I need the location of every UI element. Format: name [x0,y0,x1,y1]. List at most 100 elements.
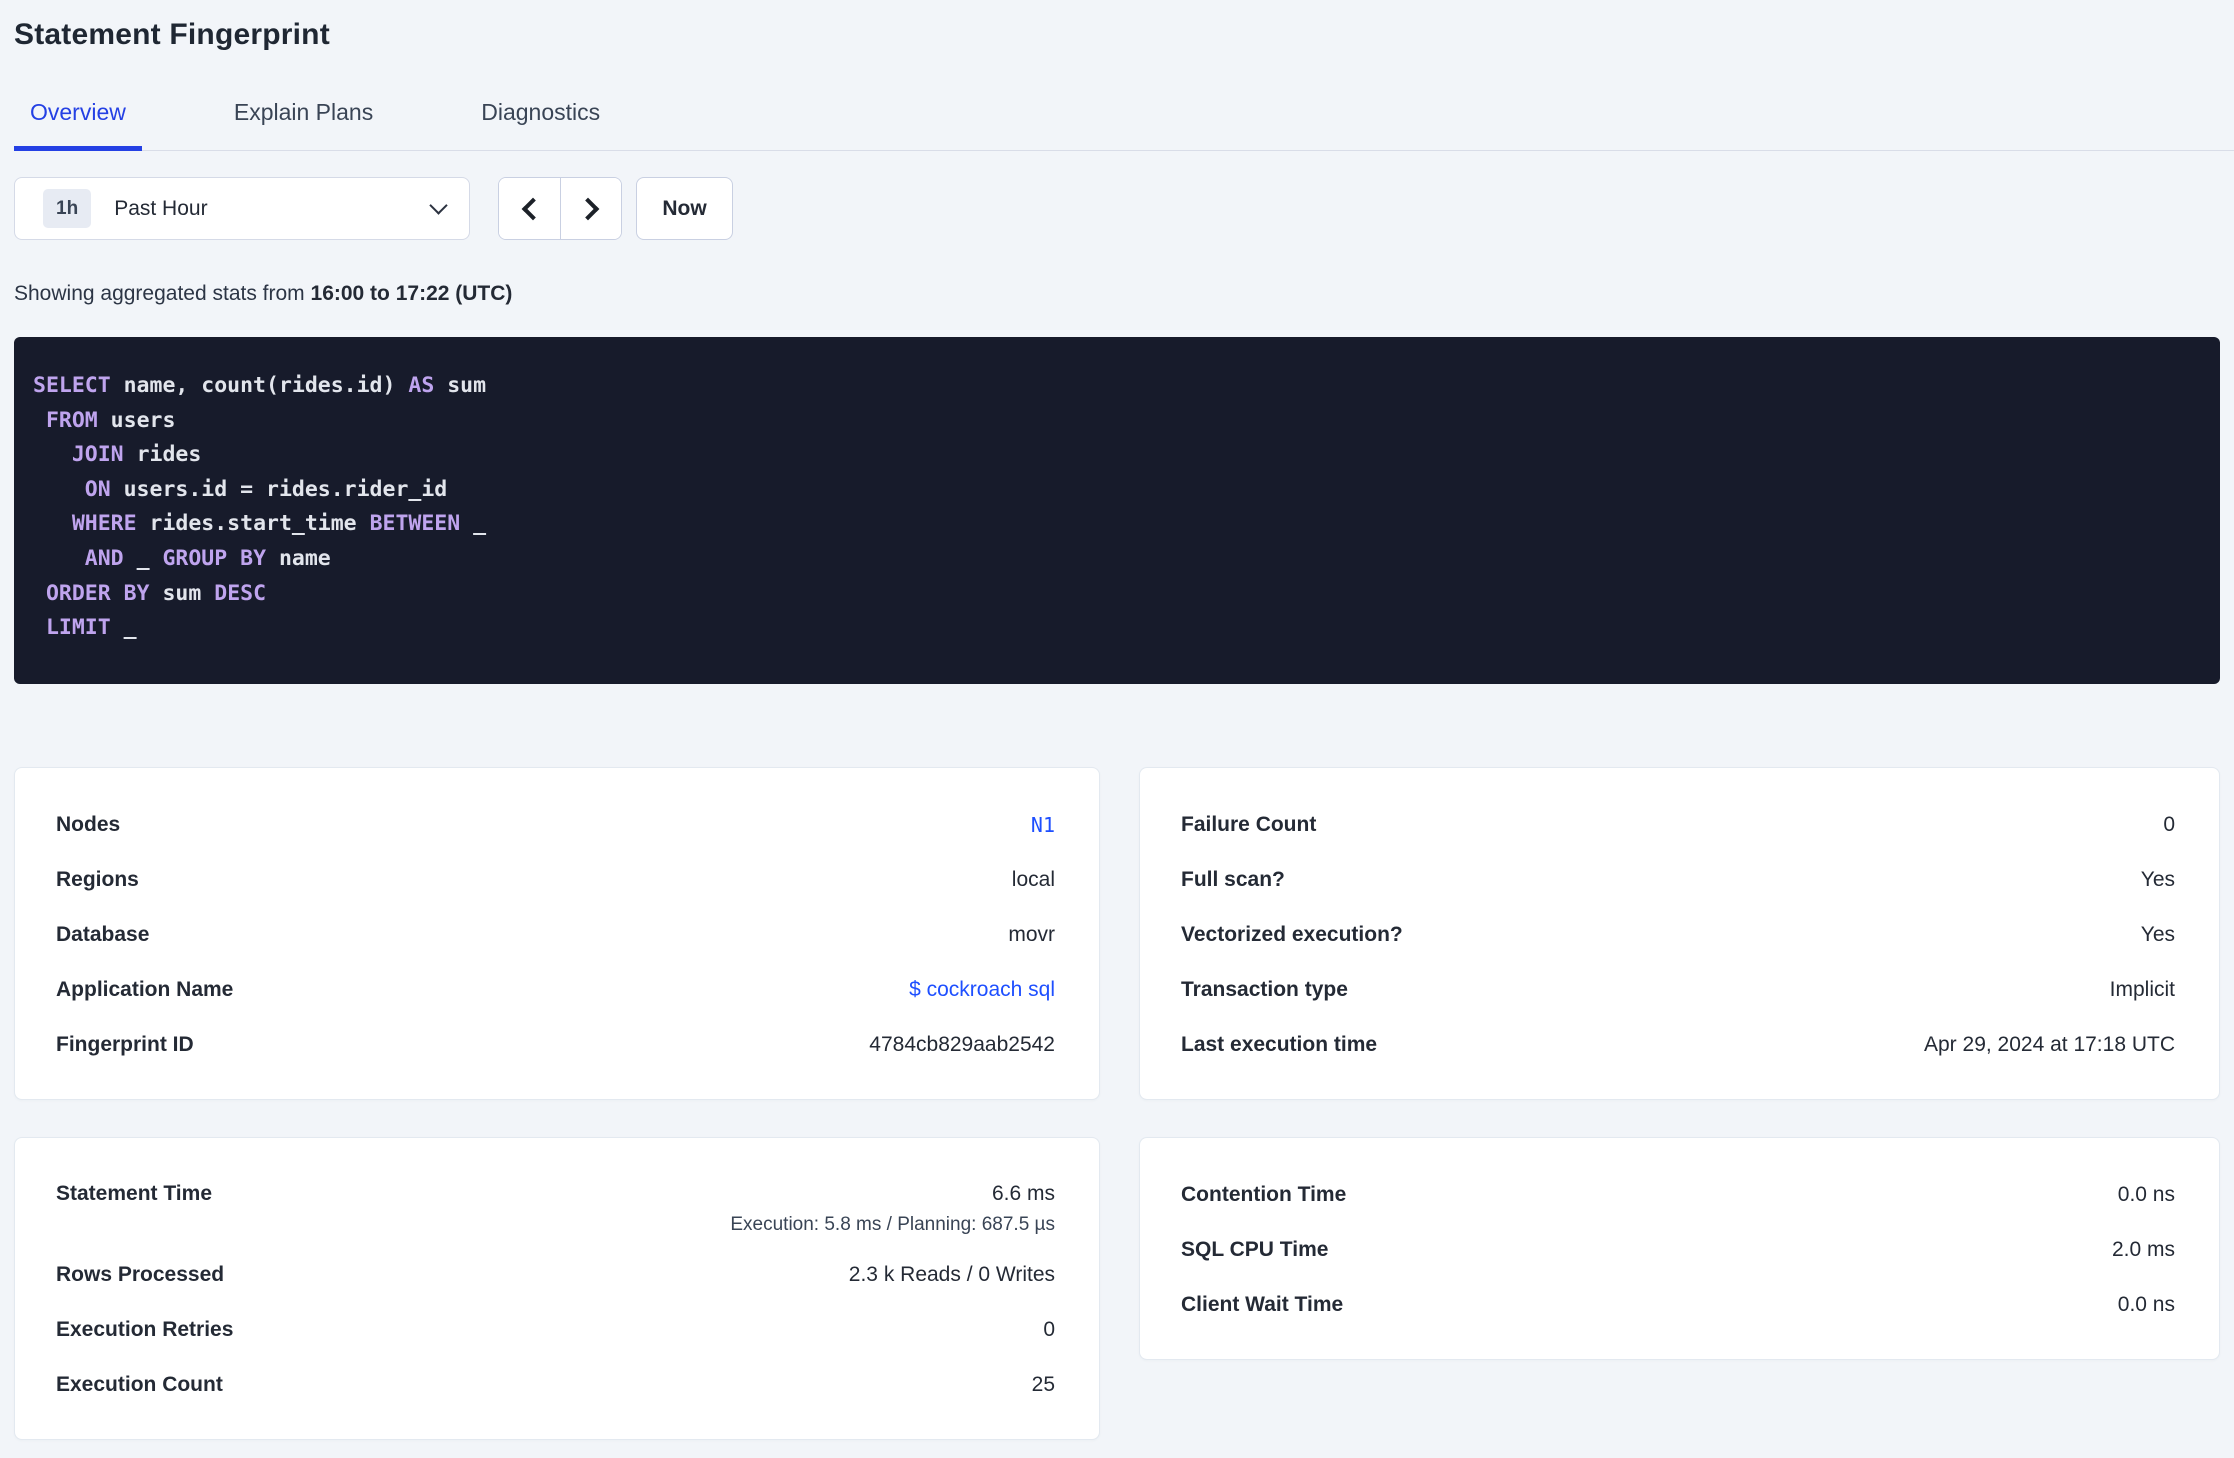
chevron-down-icon [429,195,448,215]
stat-label: Vectorized execution? [1181,923,1403,947]
stat-label: Failure Count [1181,813,1317,837]
sql-line: FROM users [33,404,2190,439]
chevron-right-icon [576,197,600,220]
stat-label: Last execution time [1181,1033,1378,1057]
stat-value: 4784cb829aab2542 [869,1033,1055,1057]
stat-row: Nodes N1 [56,798,1055,853]
stat-value-stack: local [1012,867,1055,893]
statement-stats-card: Statement Time 6.6 ms Execution: 5.8 ms / … [14,1136,1100,1440]
aggregation-caption: Showing aggregated stats from 16:00 to 1… [14,282,2220,306]
stat-row: Client Wait Time 0.0 ns [1181,1278,2175,1333]
stat-value-stack: 6.6 ms Execution: 5.8 ms / Planning: 687.… [730,1181,1055,1236]
stat-value-stack: 4784cb829aab2542 [869,1032,1055,1058]
stat-row: Failure Count 0 [1181,798,2175,853]
stat-value-stack: N1 [1031,812,1055,838]
sql-line: ON users.id = rides.rider_id [33,473,2190,508]
page-title: Statement Fingerprint [14,18,330,51]
stat-value-stack: Apr 29, 2024 at 17:18 UTC [1924,1032,2175,1058]
time-nav-buttons [498,177,622,240]
sql-text: users.id = rides.rider_id [110,476,448,502]
stat-value: 0 [2163,813,2175,837]
stat-value-stack: 25 [1032,1372,1055,1398]
tab-explain-plans[interactable]: Explain Plans [218,98,389,151]
tab-diagnostics[interactable]: Diagnostics [465,98,616,151]
stat-value: Yes [2140,868,2175,892]
sql-text: _ [123,545,163,571]
sql-keyword: ON [84,476,111,502]
stat-value-stack: 2.3 k Reads / 0 Writes [849,1262,1055,1288]
sql-keyword: LIMIT [45,615,111,641]
stat-label: Statement Time [56,1181,212,1205]
stat-value: movr [1008,923,1055,947]
stat-label: Execution Count [56,1373,223,1397]
execution-details-card: Failure Count 0 Full scan? Yes Vectorized ex… [1139,766,2220,1100]
next-interval-button[interactable] [560,178,621,239]
stat-row: Statement Time 6.6 ms Execution: 5.8 ms / … [56,1168,1055,1248]
time-range-select[interactable]: 1h Past Hour [14,177,470,240]
stat-row: Fingerprint ID 4784cb829aab2542 [56,1018,1055,1073]
sql-line: AND _ GROUP BY name [33,542,2190,577]
sql-keyword: FROM [45,407,98,433]
stat-row: Execution Count 25 [56,1358,1055,1413]
sql-keyword: GROUP BY [162,545,267,571]
stat-row: Rows Processed 2.3 k Reads / 0 Writes [56,1248,1055,1303]
sql-statement: SELECT name, count(rides.id) AS sum FROM… [14,337,2220,684]
sql-text: name [266,545,331,571]
stat-value-stack: 0 [2163,812,2175,838]
stat-row: Transaction type Implicit [1181,963,2175,1018]
sql-keyword: AS [408,373,435,398]
sql-line: LIMIT _ [33,611,2190,646]
stat-label: Rows Processed [56,1263,225,1287]
stat-label: SQL CPU Time [1181,1238,1329,1262]
sql-text: rides [123,442,202,468]
tab-overview[interactable]: Overview [14,98,142,151]
stat-label: Application Name [56,978,234,1002]
stat-value-link[interactable]: N1 [1031,812,1055,838]
stat-label: Database [56,923,150,947]
now-button[interactable]: Now [636,177,733,240]
aggregation-caption-prefix: Showing aggregated stats from [14,282,311,305]
interval-badge: 1h [43,189,92,228]
stat-value-stack: $ cockroach sql [909,977,1055,1003]
stat-row: Regions local [56,853,1055,908]
previous-interval-button[interactable] [499,178,560,239]
sql-keyword: WHERE [71,511,137,537]
stat-value-stack: movr [1008,922,1055,948]
stat-row: Last execution time Apr 29, 2024 at 17:18… [1181,1018,2175,1073]
sql-text: name, count(rides.id) [110,373,409,398]
sql-keyword: BETWEEN [369,511,461,537]
sql-text: _ [110,615,137,641]
stat-label: Regions [56,868,139,892]
stat-row: Application Name $ cockroach sql [56,963,1055,1018]
stat-value-stack: Implicit [2110,977,2175,1003]
stat-value: 6.6 ms [991,1181,1055,1205]
sql-line: ORDER BY sum DESC [33,577,2190,612]
stat-value: 25 [1031,1373,1055,1397]
sql-text: sum [434,373,487,398]
stats-cards-row: Statement Time 6.6 ms Execution: 5.8 ms / … [14,1136,2220,1440]
stat-label: Contention Time [1181,1183,1347,1207]
sql-text: users [97,407,176,433]
statement-details-card: Nodes N1 Regions local Database movr Applicati… [14,766,1100,1100]
stat-value-stack: Yes [2141,922,2175,948]
stat-value: Implicit [2109,978,2175,1002]
stat-value-stack: 0.0 ns [2118,1292,2175,1318]
sql-line: SELECT name, count(rides.id) AS sum [33,369,2190,404]
statement-fingerprint-page: Statement Fingerprint Overview Explain Pl… [0,0,2234,1440]
stat-value-stack: Yes [2141,867,2175,893]
sql-line: WHERE rides.start_time BETWEEN _ [33,507,2190,542]
sql-keyword: SELECT [33,373,111,398]
stat-value: 2.0 ms [2111,1238,2175,1262]
sql-keyword: DESC [214,580,267,606]
stat-value-link[interactable]: $ cockroach sql [909,977,1055,1003]
stat-row: Database movr [56,908,1055,963]
stat-label: Fingerprint ID [56,1033,194,1057]
stat-row: SQL CPU Time 2.0 ms [1181,1223,2175,1278]
stat-row: Contention Time 0.0 ns [1181,1168,2175,1223]
